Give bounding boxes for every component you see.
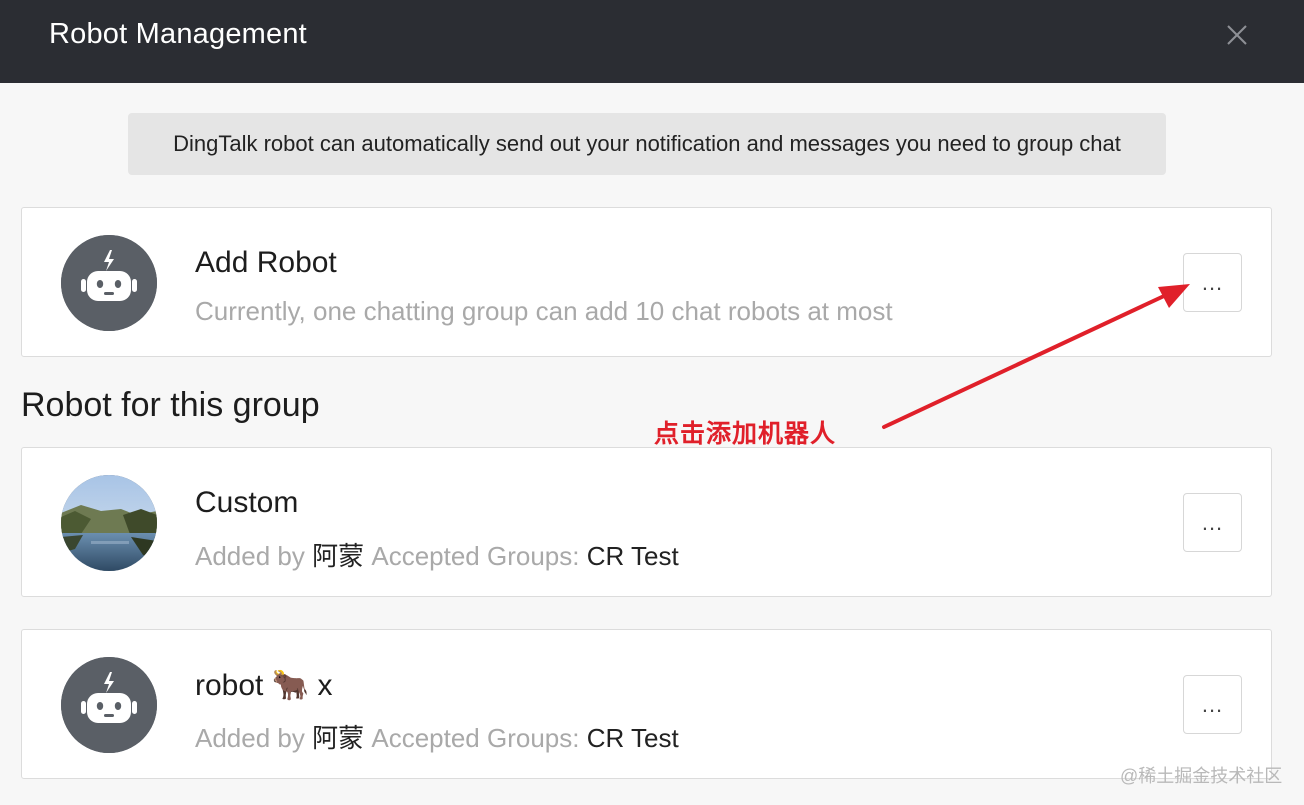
robot-card-custom[interactable]: Custom Added by 阿蒙 Accepted Groups: CR T… — [21, 447, 1272, 597]
robot-more-button[interactable]: ... — [1183, 493, 1242, 552]
annotation-text: 点击添加机器人 — [654, 420, 837, 448]
added-by-label: Added by — [195, 723, 305, 753]
robot-name: robot 🐂 x — [195, 668, 332, 703]
robot-name: Custom — [195, 486, 299, 519]
added-by-user: 阿蒙 — [312, 723, 365, 753]
accepted-groups-label: Accepted Groups: — [371, 541, 580, 571]
robot-icon — [61, 657, 157, 753]
accepted-groups-label: Accepted Groups: — [371, 723, 580, 753]
add-robot-card[interactable]: Add Robot Currently, one chatting group … — [21, 207, 1272, 357]
landscape-avatar — [61, 475, 157, 571]
added-by-label: Added by — [195, 541, 305, 571]
watermark: @稀土掘金技术社区 — [1120, 766, 1283, 786]
window-title: Robot Management — [49, 18, 307, 50]
title-bar: Robot Management — [0, 0, 1304, 83]
robot-name-suffix: x — [317, 669, 333, 702]
ox-emoji-icon: 🐂 — [271, 669, 310, 702]
robot-more-button[interactable]: ... — [1183, 675, 1242, 734]
robot-icon — [61, 235, 157, 331]
accepted-groups-value: CR Test — [586, 723, 679, 753]
robot-meta: Added by 阿蒙 Accepted Groups: CR Test — [195, 536, 679, 573]
info-notice: DingTalk robot can automatically send ou… — [128, 113, 1166, 175]
robot-name-prefix: robot — [195, 669, 264, 702]
robot-card-robot-x[interactable]: robot 🐂 x Added by 阿蒙 Accepted Groups: C… — [21, 629, 1272, 779]
add-robot-more-button[interactable]: ... — [1183, 253, 1242, 312]
robot-meta: Added by 阿蒙 Accepted Groups: CR Test — [195, 718, 679, 755]
add-robot-title: Add Robot — [195, 246, 337, 279]
accepted-groups-value: CR Test — [586, 541, 679, 571]
close-icon[interactable] — [1222, 20, 1252, 50]
add-robot-description: Currently, one chatting group can add 10… — [195, 296, 893, 326]
section-title: Robot for this group — [21, 386, 320, 424]
added-by-user: 阿蒙 — [312, 541, 365, 571]
